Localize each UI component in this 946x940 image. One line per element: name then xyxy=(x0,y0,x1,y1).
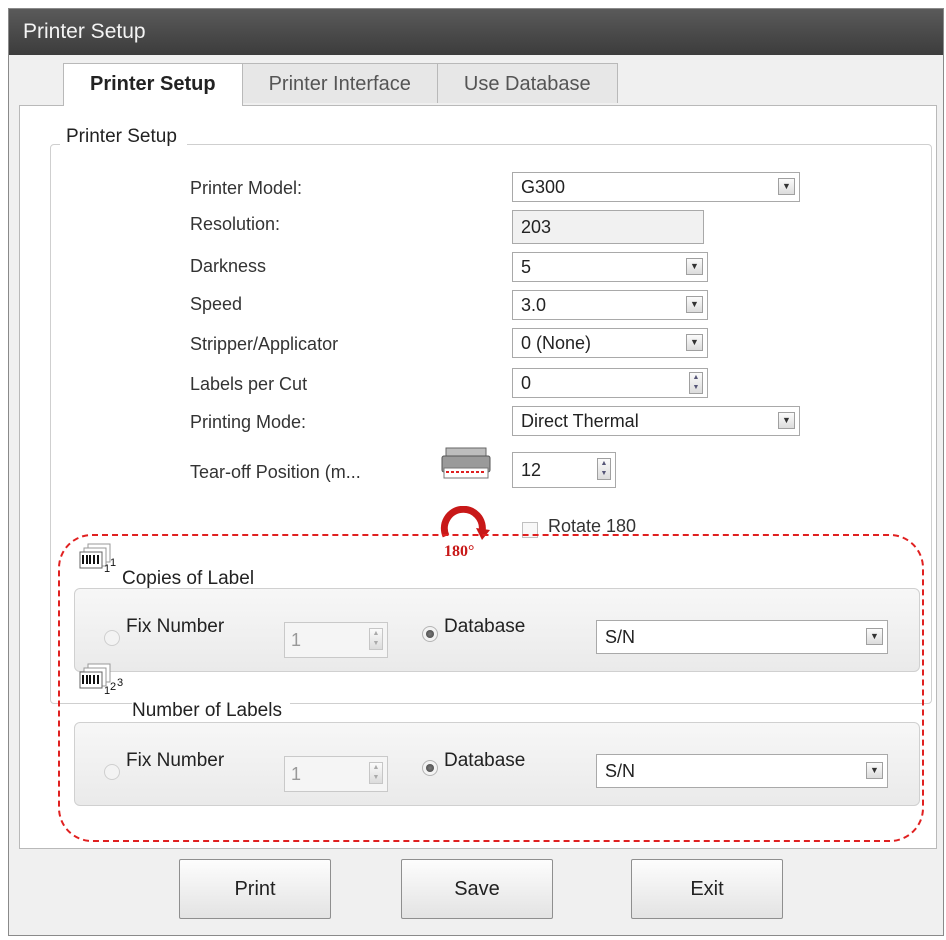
svg-text:3: 3 xyxy=(117,677,123,689)
darkness-value: 5 xyxy=(521,257,532,277)
copies-database-label: Database xyxy=(444,616,526,637)
title-bar: Printer Setup xyxy=(9,9,943,55)
tear-off-stepper[interactable]: 12 ▲ ▼ xyxy=(512,452,616,488)
copies-of-label-title: Copies of Label xyxy=(122,568,263,590)
barcode-copies-icon: 1 1 xyxy=(79,543,116,575)
labels-per-cut-value: 0 xyxy=(521,373,532,393)
printing-mode-value: Direct Thermal xyxy=(521,411,639,431)
number-fix-number-label: Fix Number xyxy=(126,750,225,771)
speed-dropdown[interactable]: 3.0 ▼ xyxy=(512,290,708,320)
group-title: Printer Setup xyxy=(60,126,187,148)
printing-mode-label: Printing Mode: xyxy=(190,412,307,432)
dropdown-arrow-icon[interactable]: ▼ xyxy=(866,762,883,779)
printer-model-label: Printer Model: xyxy=(190,178,303,198)
labels-per-cut-stepper[interactable]: 0 ▲ ▼ xyxy=(512,368,708,398)
tab-use-database[interactable]: Use Database xyxy=(436,63,618,103)
tear-off-label: Tear-off Position (m... xyxy=(190,462,361,482)
dropdown-arrow-icon[interactable]: ▼ xyxy=(866,628,883,645)
number-database-radio[interactable] xyxy=(422,760,438,776)
tab-panel: Printer Setup Printer Model: G300 ▼ Reso… xyxy=(19,105,937,849)
printer-model-value: G300 xyxy=(521,177,566,197)
resolution-field: 203 xyxy=(512,210,704,244)
svg-text:2: 2 xyxy=(110,681,116,693)
number-database-value: S/N xyxy=(605,761,636,781)
spinner-icon[interactable]: ▲ ▼ xyxy=(369,628,383,650)
printer-setup-window: Printer Setup Printer Setup Printer Inte… xyxy=(8,8,944,936)
tab-printer-interface[interactable]: Printer Interface xyxy=(241,63,438,103)
svg-text:1: 1 xyxy=(110,557,116,569)
exit-button[interactable]: Exit xyxy=(631,859,783,919)
printing-mode-dropdown[interactable]: Direct Thermal ▼ xyxy=(512,406,800,436)
stripper-value: 0 (None) xyxy=(521,333,592,353)
labels-per-cut-label: Labels per Cut xyxy=(190,374,308,394)
save-button[interactable]: Save xyxy=(401,859,553,919)
number-fix-number-radio[interactable] xyxy=(104,764,120,780)
dropdown-arrow-icon[interactable]: ▼ xyxy=(778,178,795,195)
number-fix-number-stepper[interactable]: 1 ▲ ▼ xyxy=(284,756,388,792)
stripper-label: Stripper/Applicator xyxy=(190,334,339,354)
tab-strip: Printer Setup Printer Interface Use Data… xyxy=(63,63,618,106)
number-database-label: Database xyxy=(444,750,526,771)
number-fix-value: 1 xyxy=(291,764,302,784)
spinner-icon[interactable]: ▲ ▼ xyxy=(689,372,703,394)
dropdown-arrow-icon[interactable]: ▼ xyxy=(686,334,703,351)
printer-tear-icon xyxy=(441,447,491,479)
copies-database-value: S/N xyxy=(605,627,636,647)
copies-fix-number-label: Fix Number xyxy=(126,616,225,637)
copies-fix-value: 1 xyxy=(291,630,302,650)
number-of-labels-title: Number of Labels xyxy=(132,700,290,722)
spinner-icon[interactable]: ▲ ▼ xyxy=(597,458,611,480)
stripper-dropdown[interactable]: 0 (None) ▼ xyxy=(512,328,708,358)
darkness-dropdown[interactable]: 5 ▼ xyxy=(512,252,708,282)
spinner-icon[interactable]: ▲ ▼ xyxy=(369,762,383,784)
speed-value: 3.0 xyxy=(521,295,547,315)
printer-model-dropdown[interactable]: G300 ▼ xyxy=(512,172,800,202)
number-database-dropdown[interactable]: S/N ▼ xyxy=(596,754,888,788)
dropdown-arrow-icon[interactable]: ▼ xyxy=(778,412,795,429)
tab-printer-setup[interactable]: Printer Setup xyxy=(63,63,243,106)
tear-off-value: 12 xyxy=(521,460,542,480)
barcode-numbering-icon: 1 2 3 xyxy=(79,663,123,697)
copies-database-dropdown[interactable]: S/N ▼ xyxy=(596,620,888,654)
speed-label: Speed xyxy=(190,294,243,314)
dropdown-arrow-icon[interactable]: ▼ xyxy=(686,258,703,275)
copies-fix-number-radio[interactable] xyxy=(104,630,120,646)
copies-database-radio[interactable] xyxy=(422,626,438,642)
resolution-label: Resolution: xyxy=(190,214,281,234)
dropdown-arrow-icon[interactable]: ▼ xyxy=(686,296,703,313)
darkness-label: Darkness xyxy=(190,256,267,276)
print-button[interactable]: Print xyxy=(179,859,331,919)
copies-fix-number-stepper[interactable]: 1 ▲ ▼ xyxy=(284,622,388,658)
